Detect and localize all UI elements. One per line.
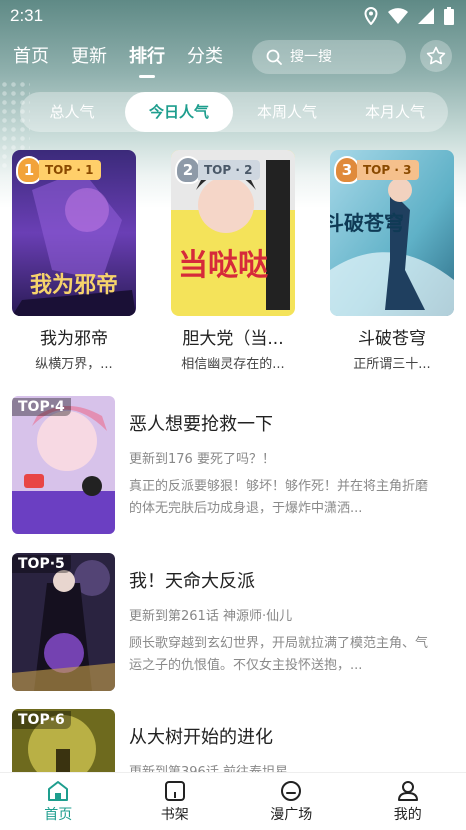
rank-badge: 1 TOP · 1 <box>16 156 102 184</box>
comic-title[interactable]: 胆大党（当... <box>171 324 295 349</box>
cover-title-text: 斗破苍穹 <box>330 211 404 235</box>
profile-icon <box>397 780 418 801</box>
wifi-icon <box>388 8 408 24</box>
tab-today-popularity[interactable]: 今日人气 <box>125 92 233 132</box>
status-time: 2:31 <box>10 6 44 25</box>
rank-badge: 3 TOP · 3 <box>334 156 420 184</box>
tab-total-popularity[interactable]: 总人气 <box>20 92 124 132</box>
rank-badge: TOP·5 <box>12 555 71 573</box>
bottom-nav-label: 书架 <box>160 806 189 823</box>
comic-description: 真正的反派要够狠！够坏！够作死！并在将主角折磨的体无完肤后功成身退，于爆炸中潇洒… <box>129 479 429 516</box>
latest-update: 更新到176 要死了吗？！ <box>129 452 275 467</box>
cover-art-4 <box>12 396 115 534</box>
tab-ranking[interactable]: 排行 <box>129 42 165 74</box>
comic-title[interactable]: 从大树开始的进化 <box>129 723 273 749</box>
rank-badge: 2 TOP · 2 <box>175 156 261 184</box>
cover-art-5 <box>12 553 115 691</box>
bottom-nav: 首页 书架 漫广场 我的 <box>0 772 466 830</box>
bottom-nav-label: 我的 <box>393 806 422 823</box>
tab-categories[interactable]: 分类 <box>187 42 223 74</box>
comic-cover[interactable]: 当哒哒 2 TOP · 2 <box>171 150 295 316</box>
top3-section: 我为邪帝 1 TOP · 1 我为邪帝 纵横万界，... 当哒哒 2 TOP ·… <box>0 150 466 380</box>
plaza-icon <box>281 780 302 801</box>
comic-description: 正所谓三十... <box>353 357 431 372</box>
favorites-button[interactable] <box>420 40 452 72</box>
list-item[interactable]: TOP·4 恶人想要抢救一下 更新到176 要死了吗？！ 真正的反派要够狠！够坏… <box>12 396 454 536</box>
comic-title[interactable]: 我为邪帝 <box>12 324 136 349</box>
bottom-nav-profile[interactable]: 我的 <box>350 773 466 830</box>
bookshelf-icon <box>164 780 185 801</box>
rank-badge: TOP·6 <box>12 711 71 729</box>
battery-icon <box>444 7 454 25</box>
comic-title[interactable]: 恶人想要抢救一下 <box>129 410 273 436</box>
top-nav: 首页 更新 排行 分类 <box>0 38 466 78</box>
comic-description: 相信幽灵存在的... <box>181 357 285 372</box>
search-box[interactable] <box>252 40 406 74</box>
top3-card[interactable]: 当哒哒 2 TOP · 2 胆大党（当... 相信幽灵存在的... <box>171 150 295 372</box>
top3-card[interactable]: 我为邪帝 1 TOP · 1 我为邪帝 纵横万界，... <box>12 150 136 372</box>
home-icon <box>48 780 69 801</box>
bottom-nav-label: 漫广场 <box>270 806 313 823</box>
cover-title-text: 我为邪帝 <box>30 272 118 298</box>
top3-card[interactable]: 斗破苍穹 3 TOP · 3 斗破苍穹 正所谓三十... <box>330 150 454 372</box>
badge-label: TOP · 1 <box>39 160 102 180</box>
bottom-nav-label: 首页 <box>44 806 73 823</box>
comic-cover[interactable]: 我为邪帝 1 TOP · 1 <box>12 150 136 316</box>
comic-cover[interactable]: TOP·5 <box>12 553 115 691</box>
comic-description: 顾长歌穿越到玄幻世界，开局就拉满了模范主角、气运之子的仇恨值。不仅女主投怀送抱，… <box>129 636 429 673</box>
status-bar: 2:31 <box>0 0 466 32</box>
list-item[interactable]: TOP·5 我！天命大反派 更新到第261话 神源师·仙儿 顾长歌穿越到玄幻世界… <box>12 553 454 693</box>
status-icons <box>364 7 454 25</box>
tab-month-popularity[interactable]: 本月人气 <box>342 92 448 132</box>
cover-title-text: 当哒哒 <box>178 248 268 283</box>
comic-description: 纵横万界，... <box>35 357 113 372</box>
bottom-nav-bookshelf[interactable]: 书架 <box>117 773 234 830</box>
bottom-nav-home[interactable]: 首页 <box>0 773 117 830</box>
tab-updates[interactable]: 更新 <box>71 42 107 74</box>
tab-week-popularity[interactable]: 本周人气 <box>234 92 340 132</box>
latest-update: 更新到第261话 神源师·仙儿 <box>129 609 293 624</box>
comic-cover[interactable]: 斗破苍穹 3 TOP · 3 <box>330 150 454 316</box>
comic-title[interactable]: 我！天命大反派 <box>129 567 255 593</box>
comic-title[interactable]: 斗破苍穹 <box>330 324 454 349</box>
search-icon <box>266 49 282 65</box>
search-input[interactable] <box>290 49 390 65</box>
location-icon <box>364 7 378 25</box>
signal-icon <box>418 8 434 24</box>
comic-cover[interactable]: TOP·4 <box>12 396 115 534</box>
badge-label: TOP · 3 <box>357 160 420 180</box>
ranking-period-tabs: 总人气 今日人气 本周人气 本月人气 <box>20 92 448 132</box>
badge-label: TOP · 2 <box>198 160 261 180</box>
rank-badge: TOP·4 <box>12 398 71 416</box>
tab-home[interactable]: 首页 <box>13 42 49 74</box>
bottom-nav-plaza[interactable]: 漫广场 <box>233 773 350 830</box>
star-icon <box>426 46 446 65</box>
